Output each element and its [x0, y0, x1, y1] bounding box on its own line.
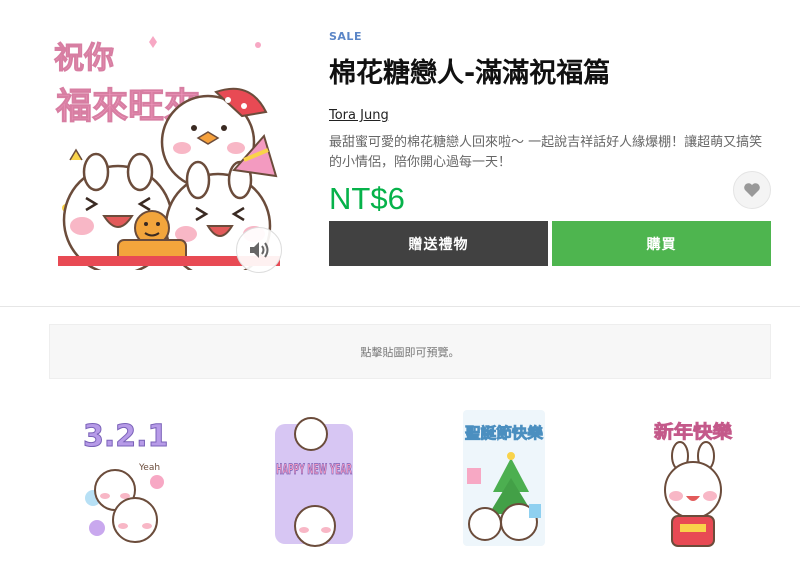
product-title: 棉花糖戀人-滿滿祝福篇 [329, 58, 611, 89]
buy-button[interactable]: 購買 [552, 221, 771, 266]
sale-badge: SALE [329, 30, 362, 43]
greeting-line1: 祝你 [54, 41, 114, 76]
product-price: NT$6 [329, 181, 405, 216]
sticker-happy-new-year-text: HAPPY NEW YEAR [276, 462, 352, 478]
sticker-merry-christmas-text: 聖誕節快樂 [465, 424, 544, 442]
sticker-happy-new-year[interactable]: HAPPY NEW YEAR [271, 408, 357, 554]
sticker-merry-christmas[interactable]: 聖誕節快樂 [461, 408, 547, 554]
product-info: SALE 棉花糖戀人-滿滿祝福篇 Tora Jung 最甜蜜可愛的棉花糖戀人回來… [329, 30, 771, 217]
speaker-icon [250, 242, 269, 258]
product-description: 最甜蜜可愛的棉花糖戀人回來啦～ 一起說吉祥話好人緣爆棚！讓超萌又搞笑的小情侶，陪… [329, 135, 763, 170]
sticker-happy-new-year-cn-text: 新年快樂 [654, 421, 733, 443]
sticker-countdown-sub: Yeah [138, 463, 160, 473]
favorite-button[interactable] [733, 171, 771, 209]
sticker-countdown-text: 3.2.1 [83, 419, 167, 454]
preview-hint: 點擊貼圖即可預覽。 [49, 324, 771, 379]
heart-icon [744, 183, 760, 197]
sticker-happy-new-year-cn[interactable]: 新年快樂 [650, 408, 736, 554]
sticker-countdown[interactable]: 3.2.1 Yeah [81, 408, 169, 554]
preview-hint-text: 點擊貼圖即可預覽。 [360, 345, 460, 359]
section-divider [0, 306, 800, 307]
sound-button[interactable] [236, 227, 282, 273]
gift-button[interactable]: 贈送禮物 [329, 221, 548, 266]
author-link[interactable]: Tora Jung [329, 108, 389, 123]
